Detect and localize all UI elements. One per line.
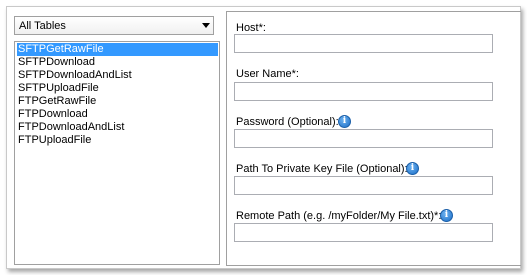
- list-item[interactable]: SFTPUploadFile: [17, 82, 218, 95]
- remote-path-label: Remote Path (e.g. /myFolder/My File.txt)…: [236, 210, 442, 222]
- chevron-down-icon[interactable]: [202, 23, 210, 28]
- tables-panel: All Tables SFTPGetRawFile SFTPDownload S…: [7, 9, 221, 265]
- remote-path-info-icon[interactable]: i: [440, 209, 453, 222]
- username-input[interactable]: [234, 82, 493, 101]
- table-list[interactable]: SFTPGetRawFile SFTPDownload SFTPDownload…: [14, 41, 220, 265]
- password-label: Password (Optional):: [236, 116, 339, 128]
- host-label: Host*:: [236, 22, 266, 34]
- list-item[interactable]: FTPDownload: [17, 108, 218, 121]
- private-key-input[interactable]: [234, 176, 493, 195]
- table-filter-value: All Tables: [19, 20, 66, 32]
- private-key-info-icon[interactable]: i: [406, 162, 419, 175]
- connection-form: Host*: User Name*: Password (Optional): …: [226, 11, 521, 266]
- remote-path-input[interactable]: [234, 223, 493, 242]
- list-item[interactable]: FTPDownloadAndList: [17, 121, 218, 134]
- password-info-icon[interactable]: i: [338, 115, 351, 128]
- list-item[interactable]: FTPUploadFile: [17, 134, 218, 147]
- password-input[interactable]: [234, 129, 493, 148]
- list-item[interactable]: SFTPGetRawFile: [17, 43, 218, 56]
- host-input[interactable]: [234, 34, 493, 53]
- list-item[interactable]: SFTPDownloadAndList: [17, 69, 218, 82]
- list-item[interactable]: SFTPDownload: [17, 56, 218, 69]
- table-filter-dropdown[interactable]: All Tables: [14, 16, 214, 35]
- username-label: User Name*:: [236, 68, 299, 80]
- private-key-label: Path To Private Key File (Optional):: [236, 163, 408, 175]
- list-item[interactable]: FTPGetRawFile: [17, 95, 218, 108]
